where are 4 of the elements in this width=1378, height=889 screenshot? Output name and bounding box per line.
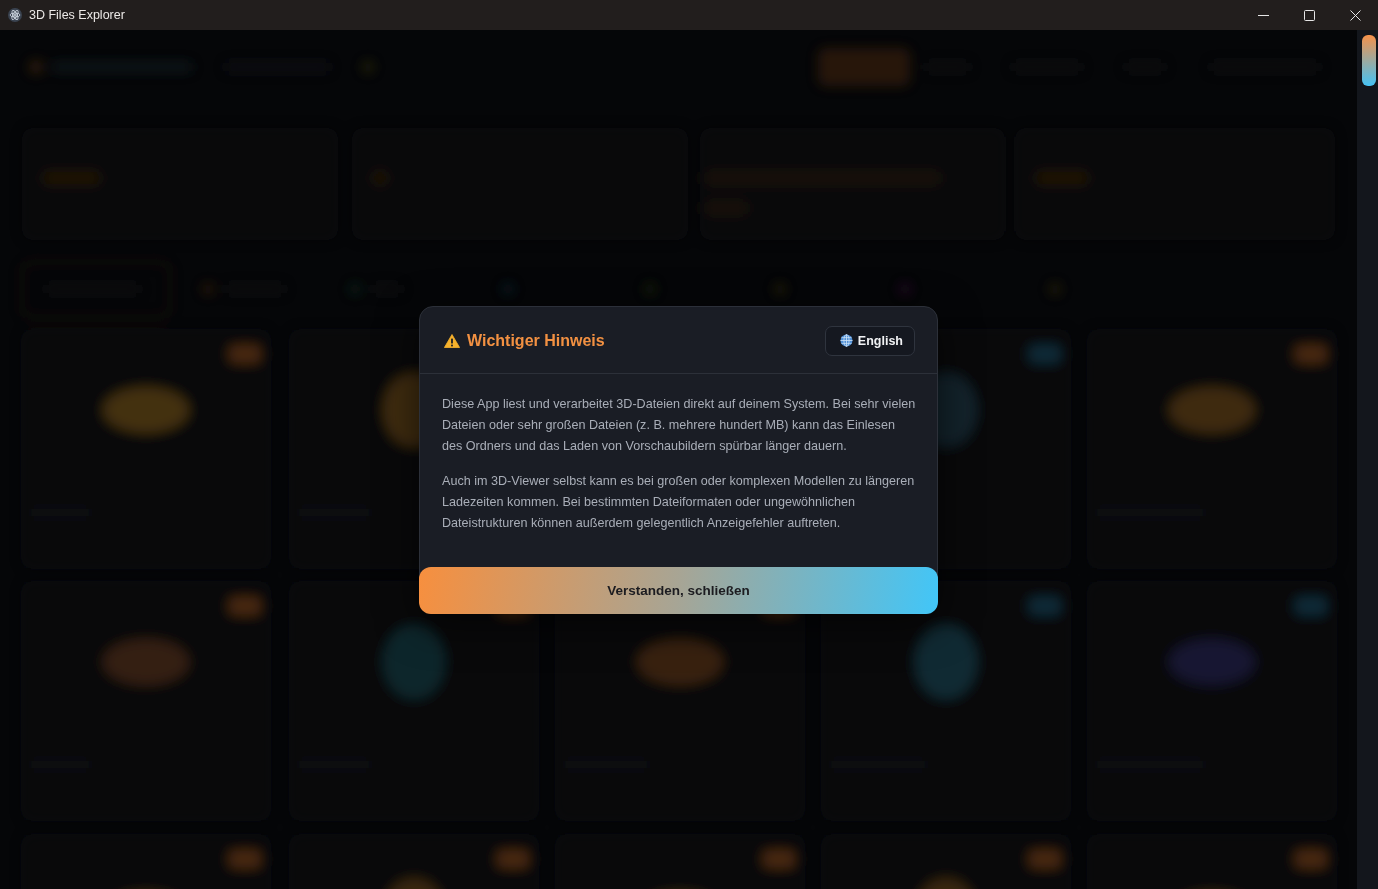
- window-title: 3D Files Explorer: [29, 8, 125, 22]
- dialog-title: Wichtiger Hinweis: [467, 331, 605, 350]
- notice-paragraph: Auch im 3D-Viewer selbst kann es bei großen oder komplexen Modellen zu längeren Ladezeiten kommen. Bei bestimmten Dateiformaten oder ungewöhnlichen Dateistrukturen können außerdem gelegentlich Anzeigefehler auftreten.: [442, 472, 916, 532]
- notice-paragraph: Diese App liest und verarbeitet 3D-Dateien direkt auf deinem System. Bei sehr vielen Dateien oder sehr großen Dateien (z. B. mehrere hundert MB) kann das Einlesen des Ordners und das Laden von Vorschaubildern spürbar länger dauern.: [442, 395, 916, 455]
